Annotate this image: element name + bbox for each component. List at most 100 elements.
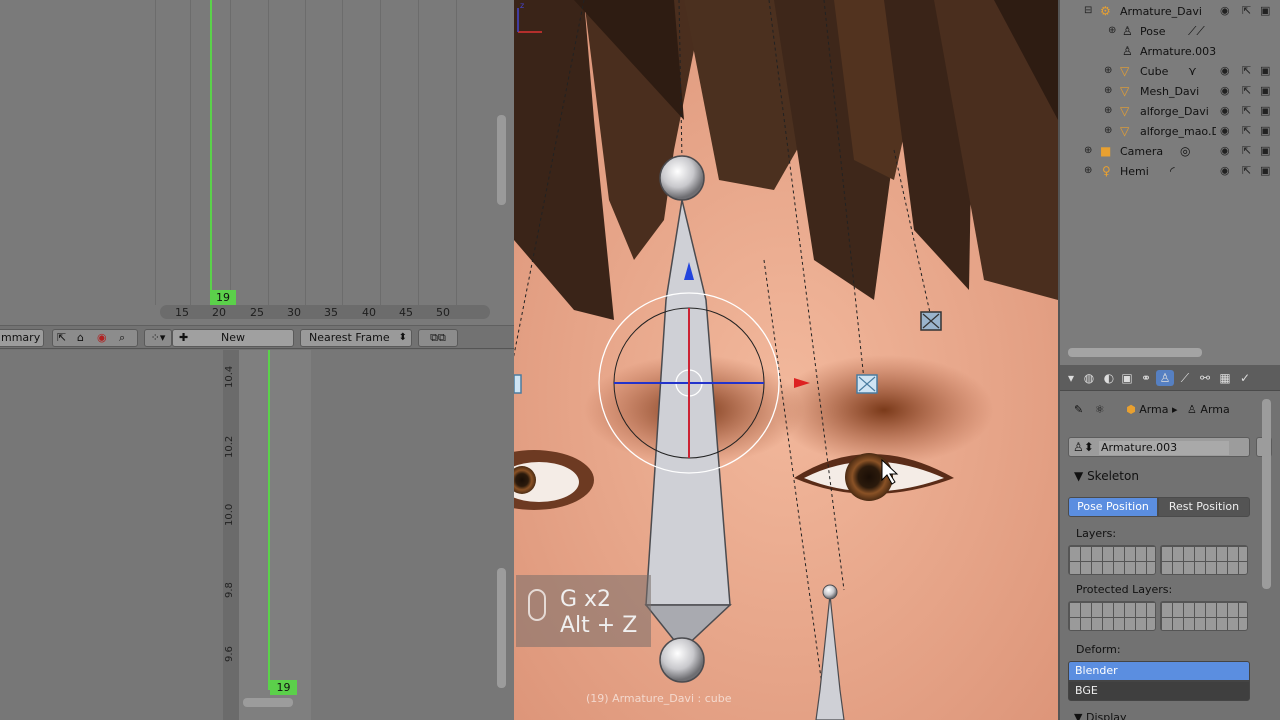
horizontal-scrollbar[interactable] xyxy=(1068,348,1202,357)
constraint-tab-icon[interactable]: ▣ xyxy=(1118,370,1136,386)
outliner-item-armature-davi[interactable]: ⊟ ⚙ Armature_Davi ◉ ⇱ ▣ xyxy=(1060,2,1280,22)
render-icon[interactable]: ▣ xyxy=(1260,4,1270,17)
cursor-icon[interactable]: ⇱ xyxy=(1242,84,1251,97)
expand-icon[interactable]: ⊕ xyxy=(1084,145,1092,156)
pose-position-button[interactable]: Pose Position xyxy=(1068,497,1158,517)
cursor-icon[interactable]: ⇱ xyxy=(1242,64,1251,77)
search-icon[interactable]: ⌕ xyxy=(119,330,125,346)
render-icon[interactable]: ▣ xyxy=(1260,84,1270,97)
collapse-icon[interactable]: ⊟ xyxy=(1084,5,1092,16)
armature-data-icon: ♙ xyxy=(1122,44,1133,58)
expand-icon[interactable]: ⊕ xyxy=(1108,25,1116,36)
physics-tab-icon[interactable]: ✓ xyxy=(1236,370,1254,386)
vertical-scrollbar[interactable] xyxy=(497,115,506,205)
new-action-button[interactable]: ✚ New xyxy=(172,329,294,347)
vertical-scrollbar[interactable] xyxy=(497,568,506,688)
armature-tab-icon[interactable]: ♙ xyxy=(1156,370,1174,386)
viewport-status-text: (19) Armature_Davi : cube xyxy=(586,692,732,705)
interpolation-select[interactable]: Nearest Frame xyxy=(300,329,412,347)
armature-browse-icon[interactable]: ♙⬍ xyxy=(1073,440,1094,454)
world-tab-icon[interactable]: ◍ xyxy=(1080,370,1098,386)
graph-editor[interactable]: 10.4 10.2 10.0 9.8 9.6 19 xyxy=(0,350,514,720)
item-label: Hemi xyxy=(1120,165,1149,178)
frame-tick: 15 xyxy=(175,306,189,319)
outliner-item-pose[interactable]: ⊕ ♙ Pose ⟋⟋ xyxy=(1060,22,1280,42)
bone-tab-icon[interactable]: ⟋ xyxy=(1176,370,1194,386)
record-icon[interactable]: ◉ xyxy=(97,330,107,346)
eye-icon[interactable]: ◉ xyxy=(1220,84,1230,97)
copy-paste-keys-icon[interactable]: ⧉⧉ xyxy=(418,329,458,347)
3d-viewport[interactable]: G x2 Alt + Z z (19) Armature_Davi : cube xyxy=(514,0,1058,720)
eye-icon[interactable]: ◉ xyxy=(1220,4,1230,17)
expand-icon[interactable]: ⊕ xyxy=(1104,125,1112,136)
deform-option-blender[interactable]: Blender xyxy=(1068,661,1250,681)
display-panel-header[interactable]: ▼ Display xyxy=(1074,711,1127,720)
texture-tab-icon[interactable]: ▦ xyxy=(1216,370,1234,386)
eye-icon[interactable]: ◉ xyxy=(1220,164,1230,177)
eye-icon[interactable]: ◉ xyxy=(1220,144,1230,157)
value-tick: 9.8 xyxy=(224,582,235,598)
cursor-icon[interactable]: ⇱ xyxy=(1242,144,1251,157)
outliner-item-alforge-davi[interactable]: ⊕ ▽ alforge_Davi ◉ ⇱ ▣ xyxy=(1060,102,1280,122)
cursor-icon[interactable]: ⇱ xyxy=(1242,124,1251,137)
eye-icon[interactable]: ◉ xyxy=(1220,64,1230,77)
vertical-scrollbar[interactable] xyxy=(1262,399,1271,589)
layers-grid-right[interactable] xyxy=(1160,545,1248,575)
item-label: Mesh_Davi xyxy=(1140,85,1200,98)
cursor-icon[interactable]: ⇱ xyxy=(1242,4,1251,17)
mode-selector[interactable]: mmary xyxy=(0,329,44,347)
modifier-tab-icon[interactable]: ⚭ xyxy=(1137,370,1155,386)
frame-cursor[interactable] xyxy=(210,0,212,297)
bone-constraint-tab-icon[interactable]: ⚯ xyxy=(1196,370,1214,386)
object-tab-icon[interactable]: ◐ xyxy=(1100,370,1118,386)
value-tick: 10.2 xyxy=(224,435,235,458)
armature-name-input[interactable]: Armature.003 xyxy=(1099,441,1229,455)
mesh-icon: ▽ xyxy=(1120,64,1130,78)
outliner[interactable]: ⊟ ⚙ Armature_Davi ◉ ⇱ ▣ ⊕ ♙ Pose ⟋⟋ ♙ Ar… xyxy=(1058,0,1280,365)
pin-icon[interactable]: ✎ xyxy=(1074,403,1083,416)
render-icon[interactable]: ▣ xyxy=(1260,164,1270,177)
properties-editor: ▾ ◍ ◐ ▣ ⚭ ♙ ⟋ ⚯ ▦ ✓ ✎ ⚛ ⬢ Arma ▸ ♙ Arma … xyxy=(1058,365,1280,720)
outliner-item-hemi[interactable]: ⊕ ♀ Hemi ◜ ◉ ⇱ ▣ xyxy=(1060,162,1280,182)
outliner-item-alforge-mao[interactable]: ⊕ ▽ alforge_mao.Da ◉ ⇱ ▣ xyxy=(1060,122,1280,142)
eye-icon[interactable]: ◉ xyxy=(1220,124,1230,137)
value-tick: 10.0 xyxy=(224,503,235,526)
layers-grid-left[interactable] xyxy=(1068,545,1156,575)
camera-tab-icon[interactable]: ▾ xyxy=(1062,370,1080,386)
protected-layers-grid-right[interactable] xyxy=(1160,601,1248,631)
expand-icon[interactable]: ⊕ xyxy=(1104,105,1112,116)
item-label: Armature.003 xyxy=(1140,45,1217,58)
render-icon[interactable]: ▣ xyxy=(1260,64,1270,77)
armature-icon: ⚙ xyxy=(1100,4,1111,18)
dopesheet-editor[interactable]: 15 20 25 30 35 40 45 50 19 xyxy=(0,0,514,325)
render-icon[interactable]: ▣ xyxy=(1260,144,1270,157)
protected-layers-grid-left[interactable] xyxy=(1068,601,1156,631)
expand-icon[interactable]: ⊕ xyxy=(1104,85,1112,96)
skeleton-panel-header[interactable]: ▼ Skeleton xyxy=(1074,469,1139,483)
outliner-item-armature-data[interactable]: ♙ Armature.003 xyxy=(1060,42,1280,62)
render-icon[interactable]: ▣ xyxy=(1260,124,1270,137)
svg-text:z: z xyxy=(520,1,524,10)
action-browse-icon[interactable]: ⁘▾ xyxy=(144,329,172,347)
outliner-item-camera[interactable]: ⊕ ■ Camera ◎ ◉ ⇱ ▣ xyxy=(1060,142,1280,162)
expand-icon[interactable]: ⊕ xyxy=(1104,65,1112,76)
eye-icon[interactable]: ◉ xyxy=(1220,104,1230,117)
rest-position-button[interactable]: Rest Position xyxy=(1158,497,1250,517)
frame-cursor[interactable] xyxy=(268,350,270,690)
cursor-icon[interactable]: ⇱ xyxy=(57,330,66,346)
tool-icon-group: ⇱ ⌂ ◉ ⌕ xyxy=(52,329,138,347)
expand-icon[interactable]: ⊕ xyxy=(1084,165,1092,176)
cursor-icon[interactable]: ⇱ xyxy=(1242,164,1251,177)
horizontal-scrollbar[interactable] xyxy=(243,698,293,707)
lock-icon[interactable]: ⌂ xyxy=(77,330,84,346)
outliner-item-mesh-davi[interactable]: ⊕ ▽ Mesh_Davi ◉ ⇱ ▣ xyxy=(1060,82,1280,102)
cursor-icon[interactable]: ⇱ xyxy=(1242,104,1251,117)
breadcrumb-armature: Arma xyxy=(1200,403,1230,416)
render-icon[interactable]: ▣ xyxy=(1260,104,1270,117)
outliner-item-cube[interactable]: ⊕ ▽ Cube ⋎ ◉ ⇱ ▣ xyxy=(1060,62,1280,82)
grid-line xyxy=(380,0,381,305)
frame-tick: 45 xyxy=(399,306,413,319)
armature-datablock-field[interactable]: ♙⬍ Armature.003 xyxy=(1068,437,1250,457)
deform-option-bge[interactable]: BGE xyxy=(1068,681,1250,701)
grid-line xyxy=(155,0,156,305)
